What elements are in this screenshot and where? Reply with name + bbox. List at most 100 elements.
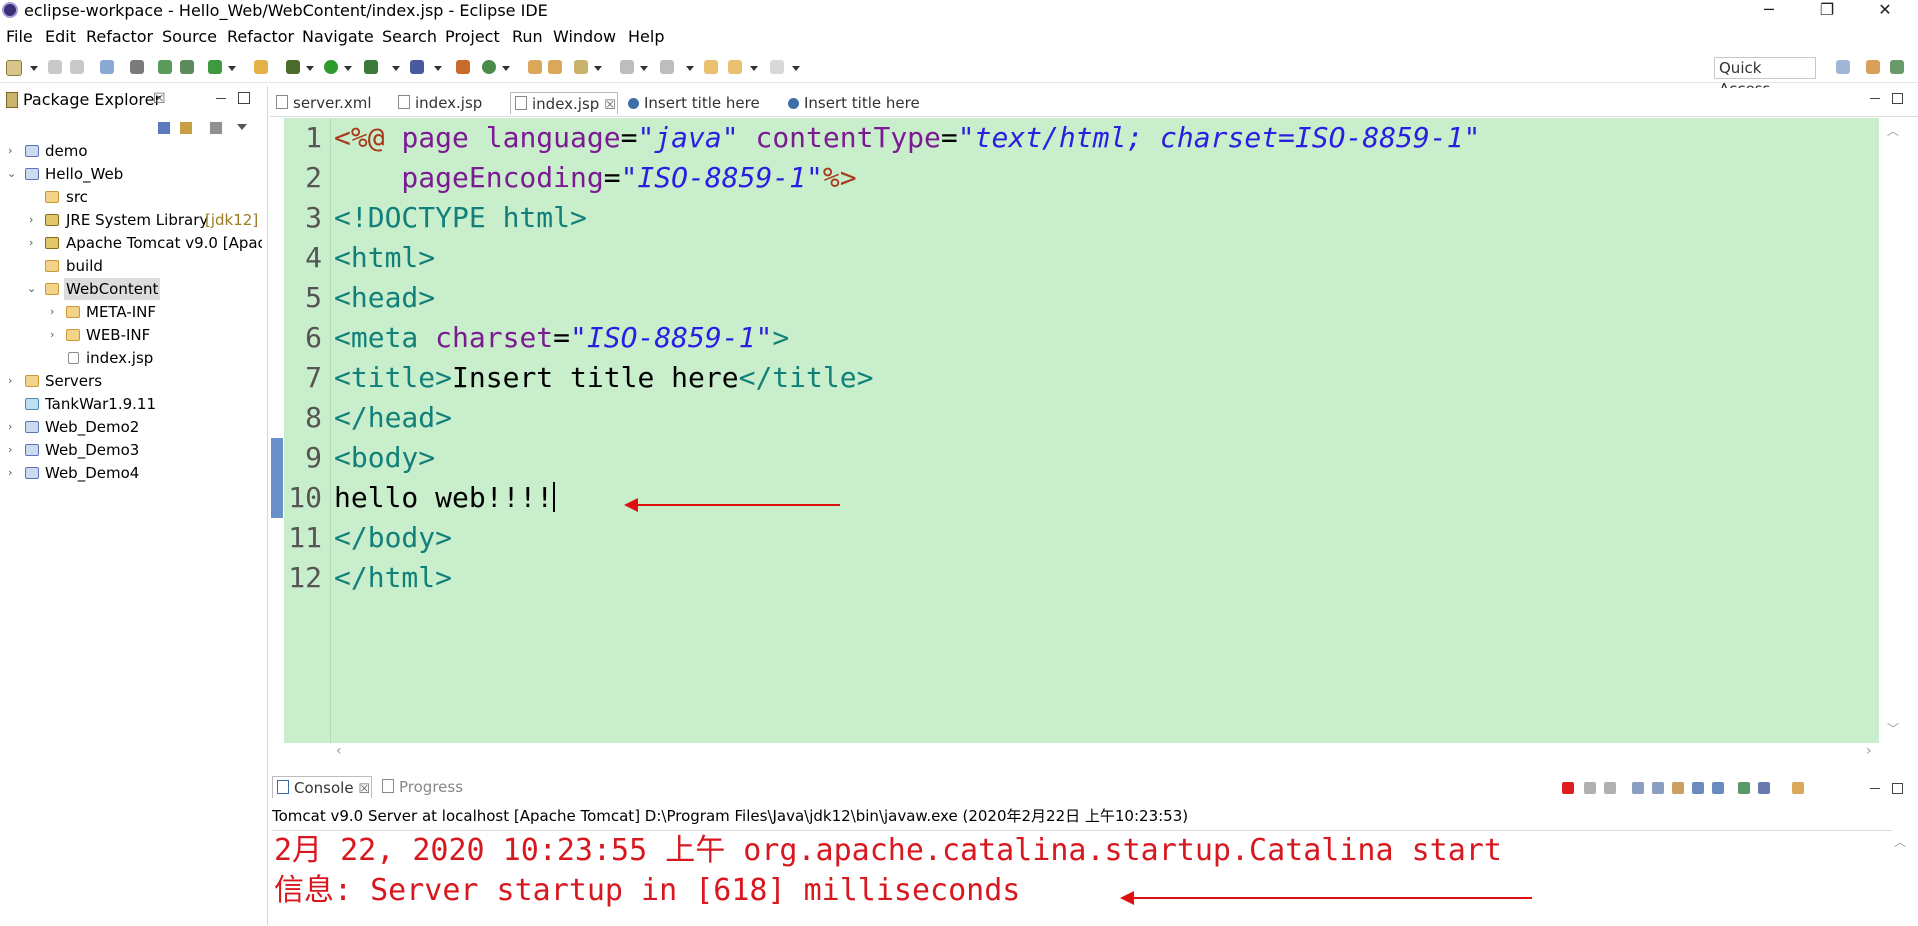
scroll-up-icon[interactable]: ︿	[1887, 122, 1899, 139]
tree-item-demo[interactable]: › demo	[0, 140, 260, 162]
clean-icon[interactable]	[158, 60, 172, 74]
quick-access-input[interactable]: Quick Access	[1714, 57, 1816, 98]
last-edit-icon[interactable]	[704, 60, 718, 74]
menu-navigate[interactable]: Navigate	[302, 27, 374, 46]
tree-item-src[interactable]: src	[0, 186, 260, 208]
minimize-button[interactable]: ─	[1746, 0, 1792, 22]
menu-refactor[interactable]: Refactor	[86, 27, 153, 46]
clear-console-icon[interactable]	[1632, 782, 1644, 794]
tree-item-index-jsp[interactable]: index.jsp	[0, 347, 260, 369]
debug-dropdown-icon[interactable]	[306, 66, 314, 71]
debug-icon[interactable]	[286, 60, 300, 74]
show-stdout-icon[interactable]	[1692, 782, 1704, 794]
new-class-icon[interactable]	[482, 60, 496, 74]
maximize-icon[interactable]	[1892, 93, 1903, 104]
open-console-icon[interactable]	[1792, 782, 1804, 794]
prev-annotation-dropdown-icon[interactable]	[686, 66, 694, 71]
menu-edit[interactable]: Edit	[45, 27, 76, 46]
view-menu-icon[interactable]	[210, 122, 222, 134]
prev-annotation-icon[interactable]	[660, 60, 674, 74]
tree-item-servers[interactable]: › Servers	[0, 370, 260, 392]
terminate-icon[interactable]	[1562, 782, 1574, 794]
tab-index-jsp-1[interactable]: index.jsp	[398, 92, 482, 114]
tree-item-web-inf[interactable]: › WEB-INF	[0, 324, 260, 346]
open-task-icon[interactable]	[548, 60, 562, 74]
console-output[interactable]: 2月 22, 2020 10:23:55 上午 org.apache.catal…	[272, 830, 1906, 926]
open-folder-icon[interactable]	[528, 60, 542, 74]
pin-console-icon[interactable]	[1738, 782, 1750, 794]
server-icon[interactable]	[254, 60, 268, 74]
next-annotation-icon[interactable]	[620, 60, 634, 74]
collapse-all-icon[interactable]	[158, 122, 170, 134]
tree-item-meta-inf[interactable]: › META-INF	[0, 301, 260, 323]
scroll-up-icon[interactable]: ︿	[1894, 833, 1906, 850]
tree-item-jre-library[interactable]: › JRE System Library [jdk12]	[0, 209, 260, 231]
checkmark-icon[interactable]	[208, 60, 222, 74]
menu-run[interactable]: Run	[512, 27, 543, 46]
search-dropdown-icon[interactable]	[594, 66, 602, 71]
save-icon[interactable]	[48, 60, 62, 74]
code-editor[interactable]: 1 2 3 4 5 6 7 8 9 10 11 12 <%@ page lang…	[284, 118, 1879, 743]
minimize-icon[interactable]	[1870, 98, 1880, 99]
display-console-icon[interactable]	[1758, 782, 1770, 794]
close-button[interactable]: ✕	[1862, 0, 1908, 22]
menu-file[interactable]: File	[6, 27, 33, 46]
scroll-left-icon[interactable]: ‹	[336, 743, 342, 759]
scroll-lock-icon[interactable]	[1652, 782, 1664, 794]
tree-item-hello-web[interactable]: ⌄ Hello_Web	[0, 163, 260, 185]
open-perspective-icon[interactable]	[1836, 60, 1850, 74]
maximize-icon[interactable]	[238, 92, 250, 104]
horizontal-scrollbar[interactable]: ‹ ›	[330, 743, 1890, 761]
new-icon[interactable]	[6, 60, 22, 76]
chevron-down-icon[interactable]	[237, 124, 247, 130]
external-tools-icon[interactable]	[364, 60, 378, 74]
tree-item-tomcat-library[interactable]: › Apache Tomcat v9.0 [Apac	[0, 232, 262, 254]
tab-progress[interactable]: Progress	[382, 776, 463, 798]
menu-project[interactable]: Project	[445, 27, 500, 46]
menu-source[interactable]: Source	[162, 27, 217, 46]
tree-item-web-demo3[interactable]: › Web_Demo3	[0, 439, 260, 461]
menu-search[interactable]: Search	[382, 27, 437, 46]
vertical-scrollbar[interactable]: ︿ ﹀	[1882, 118, 1902, 743]
external-dropdown-icon[interactable]	[392, 66, 400, 71]
back-dropdown-icon[interactable]	[750, 66, 758, 71]
menu-help[interactable]: Help	[628, 27, 664, 46]
scroll-down-icon[interactable]: ﹀	[1887, 720, 1899, 737]
show-stderr-icon[interactable]	[1712, 782, 1724, 794]
java-ee-perspective-icon[interactable]	[1866, 60, 1880, 74]
save-all-icon[interactable]	[70, 60, 84, 74]
tree-item-web-demo2[interactable]: › Web_Demo2	[0, 416, 260, 438]
new-dropdown-icon[interactable]	[30, 66, 38, 71]
link-with-editor-icon[interactable]	[180, 122, 192, 134]
search-icon[interactable]	[574, 60, 588, 74]
run-icon[interactable]	[324, 60, 338, 74]
build-icon[interactable]	[180, 60, 194, 74]
java-perspective-icon[interactable]	[1890, 60, 1904, 74]
remove-all-icon[interactable]	[1604, 782, 1616, 794]
tab-console[interactable]: Console ☒	[272, 776, 372, 798]
scroll-right-icon[interactable]: ›	[1866, 743, 1872, 759]
tree-item-tankwar[interactable]: TankWar1.9.11	[0, 393, 260, 415]
coverage-icon[interactable]	[410, 60, 424, 74]
tab-browser-1[interactable]: Insert title here	[628, 92, 760, 114]
close-icon[interactable]: ☒	[604, 98, 616, 113]
check-dropdown-icon[interactable]	[228, 66, 236, 71]
minimize-icon[interactable]	[1870, 788, 1880, 789]
run-dropdown-icon[interactable]	[344, 66, 352, 71]
remove-launch-icon[interactable]	[1584, 782, 1596, 794]
new-class-dropdown-icon[interactable]	[502, 66, 510, 71]
coverage-dropdown-icon[interactable]	[434, 66, 442, 71]
maximize-icon[interactable]	[1892, 783, 1903, 794]
forward-dropdown-icon[interactable]	[792, 66, 800, 71]
tab-browser-2[interactable]: Insert title here	[788, 92, 920, 114]
tree-item-build[interactable]: build	[0, 255, 260, 277]
menu-window[interactable]: Window	[553, 27, 616, 46]
open-type-icon[interactable]	[100, 60, 114, 74]
tree-item-web-demo4[interactable]: › Web_Demo4	[0, 462, 260, 484]
menu-refactor-2[interactable]: Refactor	[227, 27, 294, 46]
minimize-icon[interactable]	[216, 98, 226, 99]
forward-icon[interactable]	[770, 60, 784, 74]
tab-index-jsp-active[interactable]: index.jsp ☒	[510, 92, 618, 114]
close-icon[interactable]: ☒	[358, 782, 370, 797]
skip-breakpoints-icon[interactable]	[130, 60, 144, 74]
